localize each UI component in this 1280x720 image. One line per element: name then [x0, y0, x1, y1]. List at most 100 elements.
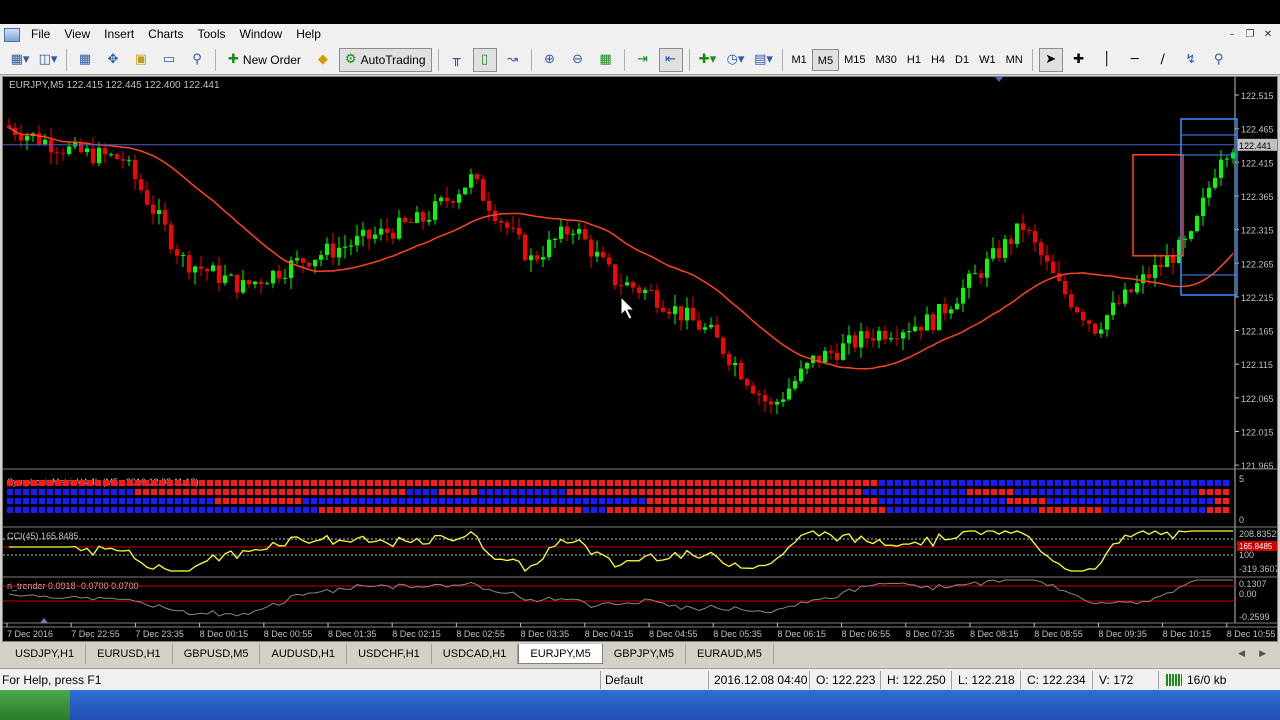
fibonacci-button[interactable]: ↯ [1179, 48, 1203, 72]
tab-usdchf-h1[interactable]: USDCHF,H1 [347, 644, 432, 664]
bull-candle [361, 229, 365, 236]
metaeditor-button[interactable]: ◆ [311, 48, 335, 72]
indicators-button[interactable]: ✚▾ [696, 48, 720, 72]
connection-status-icon[interactable] [1166, 674, 1182, 686]
tile-windows-button[interactable]: ▦ [594, 48, 618, 72]
scroll-left-icon[interactable]: ◀ [1238, 644, 1245, 664]
bull-candle [559, 226, 563, 239]
close-icon[interactable]: ✕ [1260, 28, 1276, 42]
navigator-button[interactable]: ✥ [101, 48, 125, 72]
autotrading-button[interactable]: ⚙ AutoTrading [338, 47, 432, 72]
bull-candle [85, 148, 89, 153]
chart-window[interactable]: 122.515 122.465 122.415 122.365 122.315 122.2… [2, 76, 1278, 642]
menu-insert[interactable]: Insert [97, 24, 141, 45]
matrix-cell [415, 498, 421, 504]
tab-usdjpy-h1[interactable]: USDJPY,H1 [4, 644, 87, 664]
matrix-cell [1063, 480, 1069, 486]
vertical-line-button[interactable]: │ [1095, 48, 1119, 72]
status-close: C: 122.234 [1027, 673, 1086, 687]
periods-button[interactable]: ◷▾ [724, 48, 748, 72]
candlestick-button[interactable]: ▯ [472, 47, 497, 72]
matrix-cell [375, 507, 381, 513]
bear-candle [367, 229, 371, 239]
matrix-cell [1095, 480, 1101, 486]
timeframe-w1-button[interactable]: W1 [974, 49, 1001, 71]
timeframe-m15-button[interactable]: M15 [839, 49, 870, 71]
minimize-icon[interactable]: – [1224, 28, 1240, 42]
terminal-button[interactable]: ▭ [157, 48, 181, 72]
matrix-cell [1167, 498, 1173, 504]
matrix-cell [87, 498, 93, 504]
timeframe-d1-button[interactable]: D1 [950, 49, 974, 71]
timeframe-m1-button[interactable]: M1 [787, 49, 812, 71]
market-watch-button[interactable]: ▦ [73, 48, 97, 72]
menu-view[interactable]: View [57, 24, 97, 45]
matrix-cell [839, 507, 845, 513]
matrix-cell [415, 480, 421, 486]
horizontal-line-button[interactable]: ─ [1123, 48, 1147, 72]
matrix-cell [1151, 507, 1157, 513]
matrix-cell [511, 489, 517, 495]
chart-shift-button[interactable]: ⇤ [658, 47, 683, 72]
tab-euraud-m5[interactable]: EURAUD,M5 [686, 644, 774, 664]
tab-eurjpy-m5[interactable]: EURJPY,M5 [518, 644, 603, 664]
zoom-out-button[interactable]: ⊖ [566, 48, 590, 72]
strategy-tester-button[interactable]: ⚲ [185, 48, 209, 72]
line-chart-button[interactable]: ↝ [501, 48, 525, 72]
zoom-in-button[interactable]: ⊕ [538, 48, 562, 72]
auto-scroll-button[interactable]: ⇥ [631, 48, 655, 72]
matrix-cell [1199, 480, 1205, 486]
matrix-cell [55, 489, 61, 495]
time-tick-label: 8 Dec 05:35 [713, 629, 762, 639]
cursor-tool-button[interactable]: ➤ [1038, 47, 1063, 72]
matrix-cell [199, 489, 205, 495]
matrix-cell [927, 507, 933, 513]
tab-audusd-h1[interactable]: AUDUSD,H1 [260, 644, 348, 664]
trender-scale-max: 0.1307 [1239, 579, 1267, 589]
menu-tools[interactable]: Tools [191, 24, 233, 45]
templates-button[interactable]: ▤▾ [752, 48, 776, 72]
restore-icon[interactable]: ❐ [1242, 28, 1258, 42]
chart-document-icon[interactable] [4, 27, 20, 42]
menu-window[interactable]: Window [233, 24, 290, 45]
menu-charts[interactable]: Charts [141, 24, 190, 45]
matrix-cell [255, 507, 261, 513]
new-order-icon: ✚ [228, 52, 239, 67]
menu-file[interactable]: File [24, 24, 57, 45]
new-order-button[interactable]: ✚ New Order [222, 48, 307, 72]
tab-usdcad-h1[interactable]: USDCAD,H1 [432, 644, 519, 664]
tab-eurusd-h1[interactable]: EURUSD,H1 [86, 644, 173, 664]
trendline-button[interactable]: ∕ [1151, 48, 1175, 72]
matrix-cell [807, 489, 813, 495]
tab-gbpjpy-m5[interactable]: GBPJPY,M5 [603, 644, 687, 664]
matrix-cell [887, 507, 893, 513]
matrix-cell [455, 507, 461, 513]
timeframe-mn-button[interactable]: MN [1001, 49, 1028, 71]
timeframe-m5-button[interactable]: M5 [811, 48, 840, 71]
mouse-cursor-icon [620, 295, 636, 320]
bear-candle [307, 262, 311, 267]
chart-canvas[interactable]: 122.515 122.465 122.415 122.365 122.315 122.2… [3, 77, 1278, 642]
crosshair-tool-button[interactable]: ✚ [1067, 48, 1091, 72]
price-tick-label: 122.365 [1241, 192, 1274, 202]
bull-candle [25, 136, 29, 141]
matrix-cell [439, 480, 445, 486]
text-tool-button[interactable]: ⚲ [1207, 48, 1231, 72]
matrix-cell [543, 480, 549, 486]
scroll-right-icon[interactable]: ▶ [1259, 644, 1266, 664]
bear-candle [259, 281, 263, 285]
start-button[interactable] [0, 690, 70, 720]
menu-help[interactable]: Help [289, 24, 328, 45]
new-chart-button[interactable]: ▦▾ [8, 48, 32, 72]
timeframe-h4-button[interactable]: H4 [926, 49, 950, 71]
timeframe-h1-button[interactable]: H1 [902, 49, 926, 71]
tab-gbpusd-m5[interactable]: GBPUSD,M5 [173, 644, 261, 664]
matrix-cell [391, 498, 397, 504]
bar-chart-button[interactable]: ╥ [445, 48, 469, 72]
timeframe-m30-button[interactable]: M30 [870, 49, 901, 71]
matrix-cell [679, 498, 685, 504]
profiles-button[interactable]: ◫▾ [36, 48, 60, 72]
data-window-button[interactable]: ▣ [129, 48, 153, 72]
matrix-cell [95, 480, 101, 486]
matrix-cell [439, 498, 445, 504]
